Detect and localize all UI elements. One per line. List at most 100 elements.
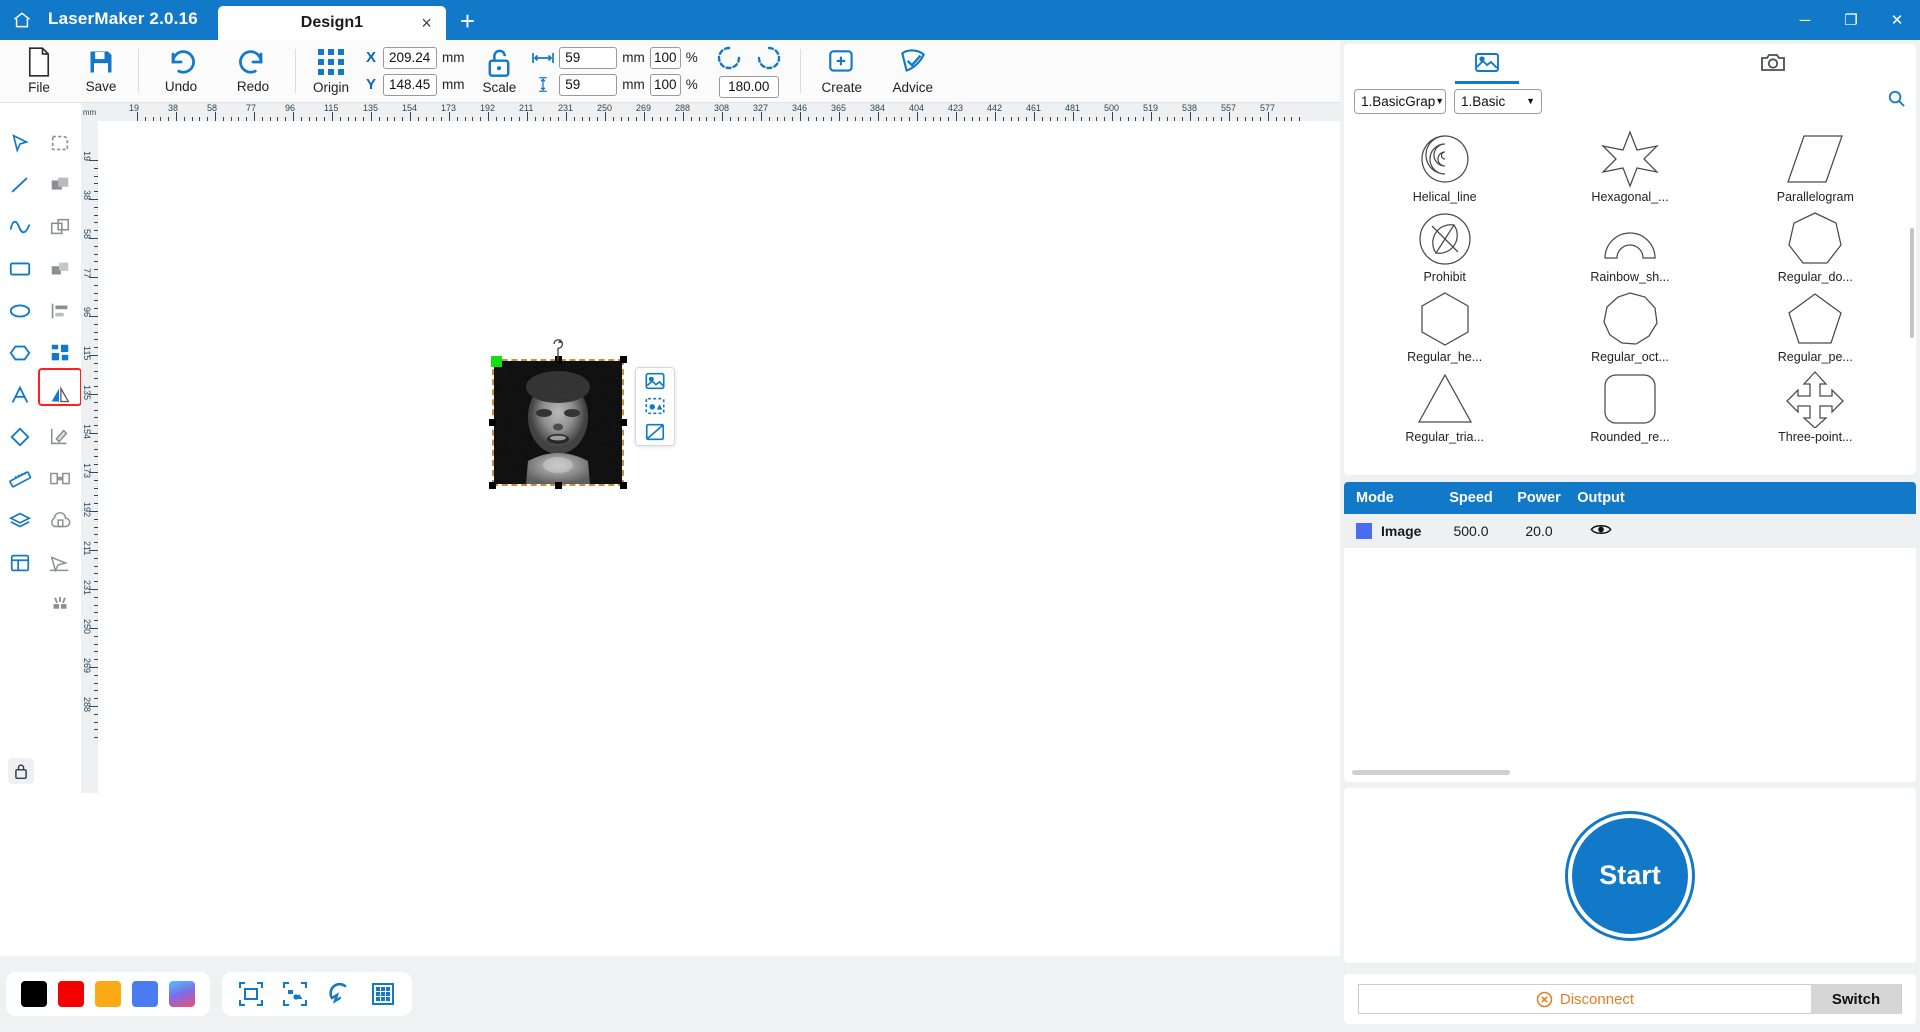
align-tool[interactable]: [40, 290, 80, 332]
width-input[interactable]: 59: [559, 46, 618, 69]
ruler-label: 577: [1260, 103, 1276, 113]
vertical-ruler[interactable]: 19 38 58 77 96 115 135 154 173 192 211 231 250 269 288: [81, 121, 98, 793]
new-tab-button[interactable]: +: [446, 8, 489, 40]
height-input[interactable]: 59: [559, 73, 618, 96]
resize-handle-bottom-right[interactable]: [620, 482, 627, 489]
shape-item-7[interactable]: Regular_oct...: [1539, 286, 1720, 364]
eye-icon[interactable]: [1570, 522, 1632, 540]
shape-item-2[interactable]: Parallelogram: [1725, 126, 1906, 204]
select-objects-icon[interactable]: [282, 981, 308, 1007]
y-position-input[interactable]: 148.45: [383, 73, 437, 96]
shape-item-4[interactable]: Rainbow_sh...: [1539, 206, 1720, 284]
select-tool[interactable]: [0, 122, 40, 164]
path-arrow-tool[interactable]: [40, 542, 80, 584]
shape-item-0[interactable]: Helical_line: [1354, 126, 1535, 204]
power-value[interactable]: 20.0: [1508, 523, 1570, 539]
drawing-canvas[interactable]: [98, 121, 1340, 793]
home-icon[interactable]: [0, 0, 44, 40]
intersect-tool[interactable]: [40, 248, 80, 290]
rotation-input[interactable]: 180.00: [718, 75, 779, 98]
grid-arrange-tool[interactable]: [40, 332, 80, 374]
measure-tool[interactable]: [0, 458, 40, 500]
polygon-tool[interactable]: [0, 332, 40, 374]
cloud-tool[interactable]: [40, 500, 80, 542]
speed-value[interactable]: 500.0: [1434, 523, 1508, 539]
tab-camera[interactable]: [1630, 44, 1916, 82]
canvas-lock-button[interactable]: [8, 758, 34, 784]
rotate-handle-icon[interactable]: [551, 337, 565, 361]
shape-item-11[interactable]: Three-point...: [1725, 366, 1906, 444]
ellipse-tool[interactable]: [0, 290, 40, 332]
swatch-red[interactable]: [58, 981, 84, 1007]
close-icon[interactable]: ×: [421, 14, 432, 32]
resize-handle-top-right[interactable]: [620, 356, 627, 363]
mirror-flip-tool[interactable]: [40, 374, 80, 416]
scale-button[interactable]: Scale: [483, 48, 516, 95]
text-tool[interactable]: [0, 374, 40, 416]
effects-tool[interactable]: [40, 584, 80, 626]
undo-button[interactable]: Undo: [145, 40, 217, 103]
shape-item-6[interactable]: Regular_he...: [1354, 286, 1535, 364]
category-primary-select[interactable]: 1.BasicGrap ▼: [1354, 88, 1446, 114]
shape-item-1[interactable]: Hexagonal_...: [1539, 126, 1720, 204]
shape-item-3[interactable]: Prohibit: [1354, 206, 1535, 284]
selected-image-object[interactable]: [489, 339, 627, 489]
switch-button[interactable]: Switch: [1811, 984, 1901, 1014]
green-anchor-handle[interactable]: [491, 356, 502, 367]
grid-icon[interactable]: [370, 981, 396, 1007]
swatch-blue[interactable]: [132, 981, 158, 1007]
resize-handle-bottom[interactable]: [554, 482, 562, 489]
maximize-button[interactable]: ❐: [1828, 0, 1874, 40]
resize-handle-left[interactable]: [489, 419, 496, 426]
create-button[interactable]: Create: [807, 40, 877, 103]
origin-button[interactable]: Origin: [302, 40, 360, 103]
rectangle-tool[interactable]: [0, 248, 40, 290]
frame-tool[interactable]: [0, 542, 40, 584]
window-close-button[interactable]: ✕: [1874, 0, 1920, 40]
file-button[interactable]: File: [8, 40, 70, 103]
wave-curve-icon: [9, 220, 31, 234]
x-position-input[interactable]: 209.24: [383, 46, 437, 69]
start-button[interactable]: Start: [1568, 813, 1692, 938]
shape-item-10[interactable]: Rounded_re...: [1539, 366, 1720, 444]
swatch-black[interactable]: [21, 981, 47, 1007]
category-secondary-select[interactable]: 1.Basic ▼: [1454, 88, 1542, 114]
mode-table-scrollbar[interactable]: [1352, 770, 1510, 775]
shape-item-8[interactable]: Regular_pe...: [1725, 286, 1906, 364]
union-tool[interactable]: [40, 164, 80, 206]
minimize-button[interactable]: ─: [1782, 0, 1828, 40]
shape-item-9[interactable]: Regular_tria...: [1354, 366, 1535, 444]
bitmap-trace-icon[interactable]: [644, 395, 666, 417]
image-edit-icon[interactable]: [644, 370, 666, 392]
crop-icon[interactable]: [644, 421, 666, 443]
line-tool[interactable]: [0, 164, 40, 206]
shapes-scrollbar[interactable]: [1910, 228, 1914, 338]
tab-shape-library[interactable]: [1344, 44, 1630, 82]
shape-item-5[interactable]: Regular_do...: [1725, 206, 1906, 284]
horizontal-ruler[interactable]: 19 38 58 77 96 115 135 154 173 192 211 231 250 269 288…: [98, 103, 1340, 121]
height-percent-input[interactable]: 100: [649, 73, 681, 96]
resize-handle-right[interactable]: [620, 419, 627, 426]
resize-handle-bottom-left[interactable]: [489, 482, 496, 489]
curve-tool[interactable]: [0, 206, 40, 248]
frame-fit-icon[interactable]: [238, 981, 264, 1007]
disconnect-button[interactable]: Disconnect: [1359, 991, 1811, 1008]
distribute-tool[interactable]: [40, 458, 80, 500]
layer-color-swatch[interactable]: [1356, 523, 1372, 539]
swatch-orange[interactable]: [95, 981, 121, 1007]
width-percent-input[interactable]: 100: [649, 46, 681, 69]
search-icon[interactable]: [1887, 89, 1906, 113]
redo-button[interactable]: Redo: [217, 40, 289, 103]
node-edit-tool[interactable]: [40, 416, 80, 458]
magnet-icon[interactable]: [326, 981, 352, 1007]
advice-button[interactable]: Advice: [877, 40, 949, 103]
swatch-gradient[interactable]: [169, 981, 195, 1007]
table-row[interactable]: Image 500.0 20.0: [1344, 514, 1916, 548]
eraser-tool[interactable]: [0, 416, 40, 458]
shape-grid: Helical_line Hexagonal_... Parallelogram Pr…: [1354, 126, 1906, 444]
document-tab-design1[interactable]: Design1 ×: [217, 6, 446, 40]
duplicate-tool[interactable]: [40, 206, 80, 248]
layers-tool[interactable]: [0, 500, 40, 542]
marquee-select-tool[interactable]: [40, 122, 80, 164]
save-button[interactable]: Save: [70, 40, 132, 103]
